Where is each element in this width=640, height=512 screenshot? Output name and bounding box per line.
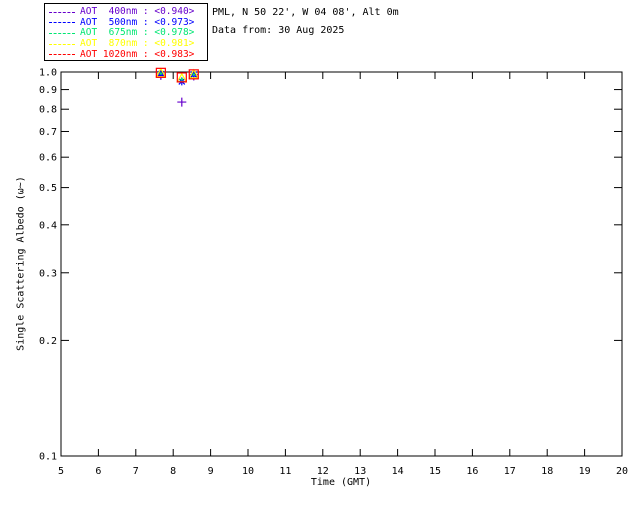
y-tick-label: 0.2 bbox=[39, 336, 57, 347]
x-tick-label: 18 bbox=[541, 466, 553, 477]
y-axis-title: Single Scattering Albedo (ω~) bbox=[15, 176, 27, 351]
x-tick-label: 8 bbox=[170, 466, 176, 477]
x-tick-label: 15 bbox=[429, 466, 441, 477]
x-tick-label: 12 bbox=[317, 466, 329, 477]
y-tick-label: 0.5 bbox=[39, 183, 57, 194]
x-axis-ticks: 5 6 7 8 9 10 11 12 13 14 15 16 17 18 19 20 bbox=[58, 72, 628, 477]
plot-frame bbox=[60, 71, 623, 457]
x-tick-label: 20 bbox=[616, 466, 628, 477]
y-tick-label: 0.4 bbox=[39, 220, 57, 231]
x-tick-label: 13 bbox=[354, 466, 366, 477]
y-tick-label: 0.1 bbox=[39, 452, 57, 463]
y-tick-label: 0.7 bbox=[39, 127, 57, 138]
x-tick-label: 16 bbox=[466, 466, 478, 477]
x-tick-label: 10 bbox=[242, 466, 254, 477]
aeronet-ssa-plot: AOT 400nm : <0.940> AOT 500nm : <0.973> AO… bbox=[0, 0, 640, 512]
x-tick-label: 7 bbox=[133, 466, 139, 477]
x-tick-label: 17 bbox=[504, 466, 516, 477]
y-tick-label: 0.6 bbox=[39, 153, 57, 164]
y-tick-label: 0.3 bbox=[39, 268, 57, 279]
y-tick-label: 0.9 bbox=[39, 85, 57, 96]
chart-svg: 5 6 7 8 9 10 11 12 13 14 15 16 17 18 19 20 1.0 0.9 0.8 0.7 0… bbox=[39, 67, 628, 477]
x-tick-label: 5 bbox=[58, 466, 64, 477]
x-axis-title: Time (GMT) bbox=[310, 477, 372, 488]
y-tick-label: 0.8 bbox=[39, 105, 57, 116]
y-axis-ticks: 1.0 0.9 0.8 0.7 0.6 0.5 0.4 0.3 0.2 0.1 bbox=[39, 68, 622, 463]
x-tick-label: 19 bbox=[579, 466, 591, 477]
x-tick-label: 14 bbox=[392, 466, 404, 477]
x-tick-label: 9 bbox=[208, 466, 214, 477]
x-tick-label: 6 bbox=[95, 466, 101, 477]
x-tick-label: 11 bbox=[279, 466, 291, 477]
y-tick-label: 1.0 bbox=[39, 68, 57, 79]
